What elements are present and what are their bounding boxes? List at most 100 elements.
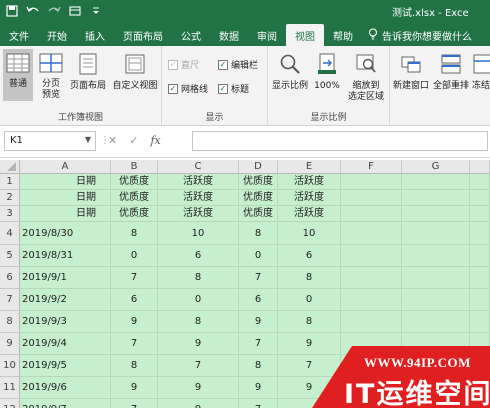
tab-help[interactable]: 帮助 [324,24,362,46]
arrange-all-button[interactable]: 全部重排 [432,49,470,101]
table-cell[interactable]: 优质度 [111,206,158,222]
zoom-100-button[interactable]: 100% [312,49,342,101]
table-cell[interactable]: 9 [158,377,239,399]
table-cell[interactable] [341,190,402,206]
table-cell[interactable] [470,267,490,289]
row-header[interactable]: 12 [0,399,20,408]
table-cell[interactable]: 7 [278,355,341,377]
table-cell[interactable]: 优质度 [111,190,158,206]
table-cell[interactable]: 2019/9/3 [20,311,111,333]
function-icon[interactable]: fx [150,134,160,147]
table-cell[interactable]: 2019/9/1 [20,267,111,289]
table-cell[interactable]: 7 [111,333,158,355]
page-layout-view-button[interactable]: 页面布局 [68,49,108,101]
table-cell[interactable]: 活跃度 [278,206,341,222]
table-cell[interactable]: 8 [278,267,341,289]
save-icon[interactable] [3,3,21,19]
row-header[interactable]: 8 [0,311,20,333]
gridlines-checkbox[interactable]: ✓ 网格线 [168,82,208,95]
table-cell[interactable] [341,289,402,311]
form-icon[interactable] [66,3,84,19]
row-header[interactable]: 11 [0,377,20,399]
ruler-checkbox[interactable]: ✓ 直尺 [168,58,199,71]
table-cell[interactable]: 2019/9/5 [20,355,111,377]
table-cell[interactable] [470,206,490,222]
table-cell[interactable] [341,245,402,267]
table-cell[interactable]: 0 [239,245,278,267]
table-cell[interactable]: 10 [158,222,239,245]
table-cell[interactable]: 2019/9/4 [20,333,111,355]
table-cell[interactable] [470,245,490,267]
customize-icon[interactable] [87,3,105,19]
table-cell[interactable]: 7 [239,399,278,408]
row-header[interactable]: 6 [0,267,20,289]
tab-data[interactable]: 数据 [210,24,248,46]
column-header[interactable]: D [239,160,278,174]
table-cell[interactable] [402,245,470,267]
table-cell[interactable] [402,206,470,222]
tell-me-search[interactable]: 告诉我你想要做什么 [362,24,472,46]
column-header[interactable]: C [158,160,239,174]
table-cell[interactable]: 0 [158,289,239,311]
table-cell[interactable]: 活跃度 [278,190,341,206]
table-cell[interactable] [402,174,470,190]
table-cell[interactable] [470,190,490,206]
column-header[interactable]: F [341,160,402,174]
table-cell[interactable] [402,289,470,311]
row-header[interactable]: 2 [0,190,20,206]
table-cell[interactable]: 优质度 [239,174,278,190]
table-cell[interactable]: 8 [158,311,239,333]
table-cell[interactable]: 8 [239,222,278,245]
table-cell[interactable] [470,174,490,190]
table-cell[interactable]: 2019/9/6 [20,377,111,399]
table-cell[interactable] [341,311,402,333]
table-cell[interactable]: 0 [111,245,158,267]
tab-review[interactable]: 审阅 [248,24,286,46]
enter-icon[interactable]: ✓ [129,134,138,147]
tab-file[interactable]: 文件 [0,24,38,46]
tab-view[interactable]: 视图 [286,24,324,46]
table-cell[interactable]: 活跃度 [278,174,341,190]
table-cell[interactable]: 活跃度 [158,174,239,190]
table-cell[interactable]: 6 [239,289,278,311]
column-header[interactable]: A [20,160,111,174]
normal-view-button[interactable]: 普通 [3,49,33,101]
table-cell[interactable] [470,289,490,311]
cancel-icon[interactable]: ✕ [108,134,117,147]
redo-icon[interactable] [45,3,63,19]
table-cell[interactable]: 日期 [20,206,111,222]
table-cell[interactable]: 8 [158,267,239,289]
table-cell[interactable]: 优质度 [239,206,278,222]
row-header[interactable]: 10 [0,355,20,377]
row-header[interactable]: 3 [0,206,20,222]
table-cell[interactable]: 9 [111,377,158,399]
table-cell[interactable] [402,222,470,245]
table-cell[interactable]: 7 [239,267,278,289]
name-box[interactable]: K1 ▼ [4,131,96,151]
table-cell[interactable] [402,311,470,333]
table-cell[interactable]: 9 [278,333,341,355]
headings-checkbox[interactable]: ✓ 标题 [218,82,249,95]
table-cell[interactable]: 6 [111,289,158,311]
table-cell[interactable]: 2019/9/2 [20,289,111,311]
tab-formulas[interactable]: 公式 [172,24,210,46]
tab-page-layout[interactable]: 页面布局 [114,24,172,46]
table-cell[interactable]: 7 [111,399,158,408]
column-header[interactable]: G [402,160,470,174]
table-cell[interactable]: 8 [239,355,278,377]
table-cell[interactable]: 日期 [20,190,111,206]
table-cell[interactable]: 7 [239,333,278,355]
table-cell[interactable] [341,267,402,289]
table-cell[interactable]: 10 [278,222,341,245]
table-cell[interactable]: 2019/8/30 [20,222,111,245]
column-header[interactable]: E [278,160,341,174]
table-cell[interactable]: 2019/9/7 [20,399,111,408]
table-cell[interactable]: 0 [278,289,341,311]
row-header[interactable]: 4 [0,222,20,245]
table-cell[interactable]: 日期 [20,174,111,190]
chevron-down-icon[interactable]: ▼ [85,135,91,144]
select-all-corner[interactable] [0,160,20,174]
column-header[interactable] [470,160,490,174]
custom-views-button[interactable]: 自定义视图 [110,49,160,101]
table-cell[interactable] [470,222,490,245]
